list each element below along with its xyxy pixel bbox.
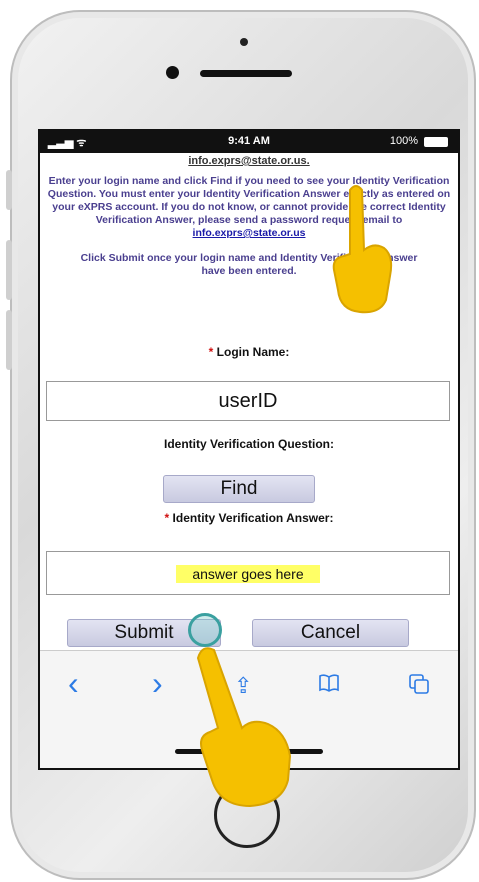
required-mark: * [208, 345, 214, 359]
answer-input[interactable]: answer goes here [46, 551, 450, 595]
tabs-icon[interactable] [408, 673, 430, 701]
answer-label: * Identity Verification Answer: [40, 511, 458, 525]
sensor-dot [240, 38, 248, 46]
login-name-label: * Login Name: [40, 345, 458, 359]
required-mark-answer: * [164, 511, 170, 525]
front-camera [166, 66, 179, 79]
status-bar: ▂▃▅ ᯤ 9:41 AM 100% [40, 131, 458, 153]
answer-label-text: Identity Verification Answer: [172, 511, 334, 525]
battery-icon [424, 137, 448, 147]
volume-button [6, 170, 12, 210]
forward-icon[interactable]: › [152, 665, 163, 702]
earpiece-speaker [200, 70, 292, 77]
bookmarks-icon[interactable] [318, 673, 340, 699]
login-name-label-text: Login Name: [216, 345, 290, 359]
email-link-top[interactable]: info.exprs@state.or.us. [40, 155, 458, 167]
login-name-input[interactable]: userID [46, 381, 450, 421]
volume-down-button [6, 310, 12, 370]
pointing-hand-tap-icon [196, 647, 292, 808]
support-email-link[interactable]: info.exprs@state.or.us [193, 227, 306, 239]
back-icon[interactable]: ‹ [68, 665, 79, 702]
pointing-hand-icon [332, 185, 393, 314]
battery-percent: 100% [389, 135, 418, 147]
question-label: Identity Verification Question: [163, 437, 335, 451]
answer-placeholder-highlight: answer goes here [176, 565, 320, 583]
volume-up-button [6, 240, 12, 300]
find-button[interactable]: Find [163, 475, 315, 503]
